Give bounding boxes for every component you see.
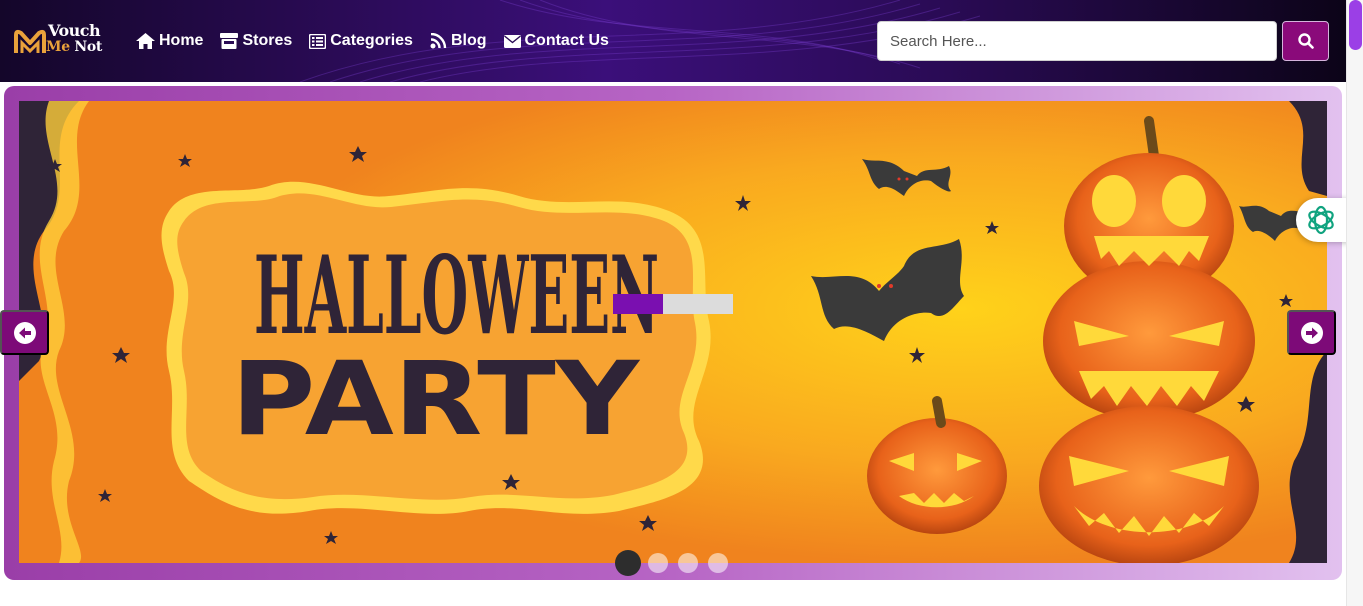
nav-contact-label: Contact Us [524, 32, 609, 49]
headline-party: PARTY [231, 340, 640, 459]
nav-home[interactable]: Home [136, 30, 203, 52]
logo-text-me: Me [46, 39, 70, 55]
scrollbar-thumb[interactable] [1349, 0, 1362, 50]
slide-progress-fill [613, 294, 664, 314]
nav-stores[interactable]: Stores [220, 30, 292, 52]
logo-text-not: Not [74, 39, 103, 55]
nav-home-label: Home [159, 32, 204, 49]
envelope-icon [503, 34, 521, 48]
home-icon [136, 33, 155, 49]
logo-text-me-not: Me Not [46, 39, 102, 55]
search-button[interactable] [1282, 21, 1329, 61]
slide-indicator-dot[interactable] [678, 553, 698, 573]
logo-text-vouch: Vouch [48, 21, 101, 40]
prev-slide-button[interactable] [0, 310, 49, 355]
slide-progress-bar [613, 294, 733, 314]
search-icon [1297, 33, 1314, 49]
nav-blog-label: Blog [450, 32, 487, 49]
store-icon [220, 33, 239, 49]
arrow-right-icon [1300, 321, 1323, 344]
nav-categories-label: Categories [330, 32, 413, 49]
nav-blog[interactable]: Blog [430, 30, 487, 52]
slide-indicator-dot[interactable] [708, 553, 728, 573]
nav-contact[interactable]: Contact Us [503, 30, 609, 52]
logo-emblem-icon [14, 29, 46, 54]
nav-categories[interactable]: Categories [309, 30, 413, 52]
slide-indicator-dot[interactable] [648, 553, 668, 573]
top-navbar: Vouch Me Not Home Stores Categories Blog… [0, 0, 1346, 82]
ai-assistant-icon [1308, 205, 1334, 235]
slide-indicator-dot[interactable] [615, 550, 641, 576]
rss-icon [430, 33, 447, 49]
arrow-left-icon [13, 321, 36, 344]
list-icon [309, 33, 327, 49]
page-scrollbar[interactable] [1346, 0, 1363, 606]
search-input[interactable] [877, 21, 1277, 61]
slide-indicators [615, 550, 738, 576]
hero-slide[interactable]: HALLOWEEN PARTY [19, 101, 1327, 563]
halloween-banner-image: HALLOWEEN PARTY [19, 101, 1327, 563]
brand-logo[interactable]: Vouch Me Not [13, 21, 109, 59]
next-slide-button[interactable] [1287, 310, 1336, 355]
ai-assistant-widget[interactable] [1296, 198, 1352, 242]
main-nav: Home Stores Categories Blog Contact Us [136, 30, 626, 52]
nav-stores-label: Stores [242, 32, 293, 49]
